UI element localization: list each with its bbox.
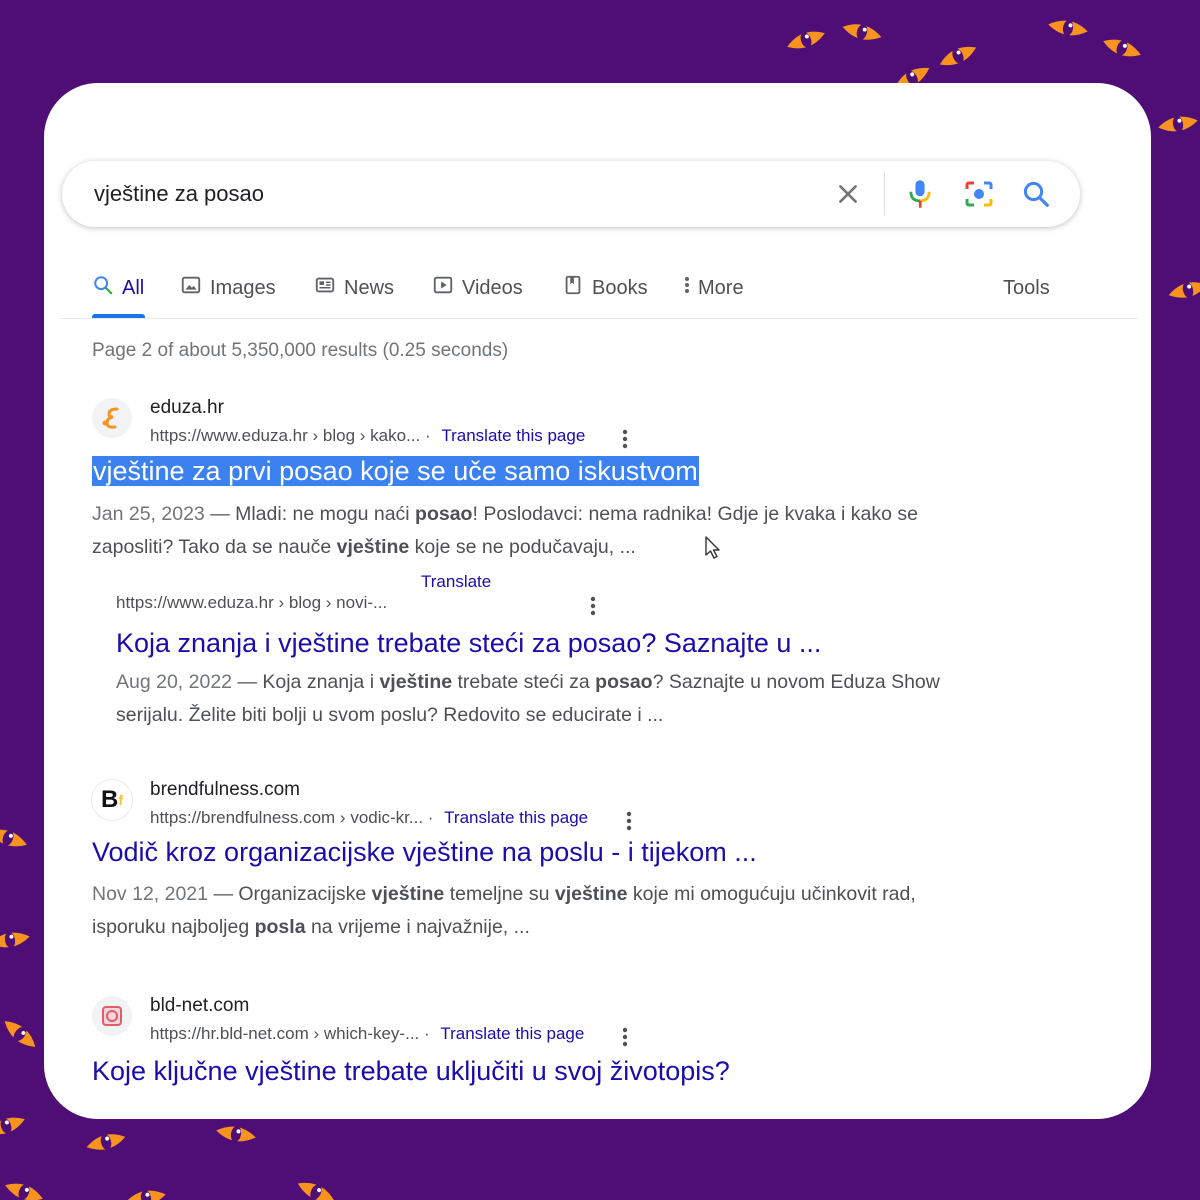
tab-books[interactable]: Books xyxy=(562,273,648,303)
translate-link[interactable]: Translate this page xyxy=(440,1024,584,1043)
site-name: bld-net.com xyxy=(150,995,250,1016)
mouse-cursor-icon xyxy=(705,536,720,559)
search-bar[interactable]: vještine za posao xyxy=(62,161,1080,227)
tab-images[interactable]: Images xyxy=(180,273,276,303)
search-results-card: vještine za posao All Images News Videos… xyxy=(44,83,1151,1119)
site-name: eduza.hr xyxy=(150,397,224,418)
tools-label: Tools xyxy=(1003,276,1050,299)
tab-label: Books xyxy=(592,276,648,299)
result-title-link[interactable]: Koje ključne vještine trebate uključiti … xyxy=(92,1056,730,1087)
result-title-link[interactable]: Vodič kroz organizacijske vještine na po… xyxy=(92,837,757,868)
tab-label: News xyxy=(344,276,395,299)
close-icon[interactable] xyxy=(830,176,866,212)
translate-link[interactable]: Translate this page xyxy=(421,575,491,588)
search-icon xyxy=(92,274,114,302)
image-icon xyxy=(180,274,202,302)
bldnet-logo-icon xyxy=(92,996,132,1036)
result-url[interactable]: https://brendfulness.com › vodic-kr... ·… xyxy=(150,808,588,828)
tab-all[interactable]: All xyxy=(92,273,144,303)
result-snippet: Nov 12, 2021 — Organizacijske vještine t… xyxy=(92,883,916,938)
more-options-icon[interactable] xyxy=(590,595,596,617)
eduza-logo-icon xyxy=(92,398,132,438)
result-snippet: Jan 25, 2023 — Mladi: ne mogu naći posao… xyxy=(92,503,918,558)
news-icon xyxy=(314,274,336,302)
result-snippet: Aug 20, 2022 — Koja znanja i vještine tr… xyxy=(116,671,940,726)
more-vert-icon xyxy=(682,274,692,302)
video-icon xyxy=(432,274,454,302)
search-divider xyxy=(884,173,885,215)
translate-link[interactable]: Translate this page xyxy=(441,426,585,445)
tab-videos[interactable]: Videos xyxy=(432,273,523,303)
brendfulness-logo-icon: Bf xyxy=(92,780,132,820)
result-url[interactable]: https://www.eduza.hr › blog › kako... · … xyxy=(150,426,585,446)
camera-icon[interactable] xyxy=(961,176,997,212)
result-stats: Page 2 of about 5,350,000 results (0.25 … xyxy=(92,340,509,361)
tab-label: All xyxy=(122,276,145,299)
tab-label: More xyxy=(698,276,744,299)
more-options-icon[interactable] xyxy=(622,428,628,450)
result-url[interactable]: https://www.eduza.hr › blog › novi-... xyxy=(116,593,387,613)
book-icon xyxy=(562,274,584,302)
more-options-icon[interactable] xyxy=(622,1026,628,1048)
search-icon[interactable] xyxy=(1018,176,1054,212)
microphone-icon[interactable] xyxy=(902,176,938,212)
tab-more[interactable]: More xyxy=(682,273,744,303)
tabs-divider xyxy=(60,318,1138,319)
tab-label: Videos xyxy=(462,276,523,299)
site-name: brendfulness.com xyxy=(150,779,300,800)
more-options-icon[interactable] xyxy=(626,810,632,832)
tab-label: Images xyxy=(210,276,276,299)
result-url[interactable]: https://hr.bld-net.com › which-key-... ·… xyxy=(150,1024,584,1044)
translate-link[interactable]: Translate this page xyxy=(444,808,588,827)
result-title-link[interactable]: vještine za prvi posao koje se uče samo … xyxy=(92,456,699,487)
tab-news[interactable]: News xyxy=(314,273,394,303)
search-input[interactable]: vještine za posao xyxy=(94,181,264,207)
tools-button[interactable]: Tools xyxy=(1003,273,1050,303)
result-title-link[interactable]: Koja znanja i vještine trebate steći za … xyxy=(116,628,821,659)
